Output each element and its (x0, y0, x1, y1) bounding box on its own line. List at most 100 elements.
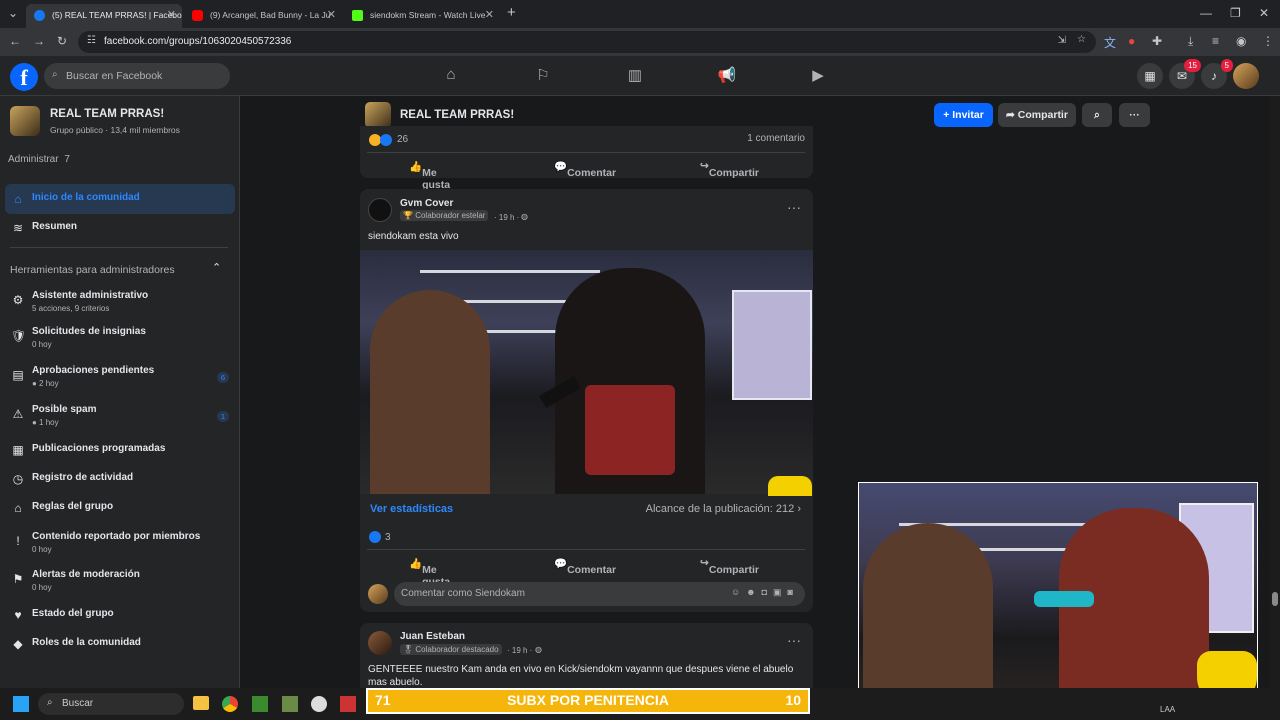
share-post-button[interactable]: ↪ Compartir (700, 160, 759, 179)
sidebar-item-community-home[interactable]: ⌂ Inicio de la comunidad (5, 184, 235, 214)
comment-button[interactable]: 💬 Comentar (554, 557, 616, 576)
comment-tools-icons[interactable]: ☺☻◘▣◙ (731, 587, 799, 598)
video-icon[interactable]: ▶ (808, 66, 828, 86)
scrollbar-thumb[interactable] (1272, 592, 1278, 606)
tab-title: siendokm Stream - Watch Live (370, 10, 486, 20)
sidebar-item-summary[interactable]: ≋ Resumen (5, 213, 235, 243)
tab-list-icon[interactable]: ⌄ (8, 6, 18, 20)
sidebar-item-label: Posible spam (32, 404, 97, 415)
post-time[interactable]: · 19 h · (507, 646, 532, 655)
author-avatar[interactable] (368, 631, 392, 655)
extension-red-icon[interactable]: ● (1128, 34, 1135, 48)
group-more-button[interactable]: ··· (1119, 103, 1150, 127)
extensions-icon[interactable]: ✚ (1152, 34, 1162, 48)
app-icon[interactable] (311, 696, 327, 712)
new-tab-button[interactable]: + (507, 4, 516, 21)
author-name[interactable]: Juan Esteban (400, 631, 465, 642)
close-window-icon[interactable]: ✕ (1259, 6, 1269, 20)
person-left (863, 523, 993, 705)
messenger-icon[interactable]: ✉ 15 (1169, 59, 1201, 89)
file-explorer-icon[interactable] (193, 696, 209, 710)
sidebar-item-badge-requests[interactable]: 🛡 Solicitudes de insignias 0 hoy (5, 321, 235, 353)
sidebar-item-sub: 0 hoy (32, 340, 52, 349)
menu-grid-icon[interactable]: ▦ (1137, 63, 1163, 89)
stream-preview-image[interactable] (360, 250, 813, 494)
notifications-bell-icon[interactable]: ♪ 5 (1201, 59, 1233, 89)
post-options-icon[interactable]: ··· (787, 632, 801, 648)
approvals-icon: ▤ (12, 368, 24, 382)
profile-icon[interactable]: ◉ (1236, 34, 1246, 48)
post-gvm-cover: Gvm Cover 🏆 Colaborador estelar · 19 h ·… (360, 189, 813, 612)
account-avatar[interactable] (1233, 63, 1259, 89)
like-reaction-icon (380, 134, 392, 146)
comment-button[interactable]: 💬 Comentar (554, 160, 616, 179)
close-tab-icon[interactable]: ✕ (327, 8, 336, 21)
windows-start-icon[interactable] (13, 696, 29, 712)
download-icon[interactable]: ⤓ (1188, 34, 1193, 49)
browser-menu-icon[interactable]: ⋮ (1262, 34, 1274, 48)
sidebar-item-admin-assistant[interactable]: ⚙ Asistente administrativo 5 acciones, 9… (5, 285, 235, 317)
reaction-count[interactable]: 26 (397, 134, 408, 145)
sidebar-item-possible-spam[interactable]: ⚠ Posible spam ● 1 hoy 1 (5, 399, 235, 431)
group-mini-thumbnail[interactable] (365, 102, 391, 128)
reading-list-icon[interactable]: ≡ (1212, 34, 1219, 48)
sidebar-item-scheduled-posts[interactable]: ▦ Publicaciones programadas (5, 435, 235, 465)
collapse-chevron-icon[interactable]: ⌃ (212, 261, 221, 274)
minecraft-icon[interactable] (252, 696, 268, 712)
like-button[interactable]: 👍 Me gusta (409, 160, 450, 191)
sidebar-item-reported-content[interactable]: ! Contenido reportado por miembros 0 hoy (5, 526, 235, 558)
pc-tower (732, 290, 812, 400)
chrome-icon[interactable] (222, 696, 238, 712)
tab-kick[interactable]: siendokm Stream - Watch Live ✕ (344, 4, 500, 28)
group-search-button[interactable]: ⌕ (1082, 103, 1112, 127)
sidebar-item-moderation-alerts[interactable]: ⚑ Alertas de moderación 0 hoy (5, 564, 235, 596)
sidebar-item-group-status[interactable]: ♥ Estado del grupo (5, 600, 235, 630)
comment-count[interactable]: 1 comentario (747, 133, 805, 144)
reload-icon[interactable]: ↻ (57, 34, 67, 48)
app-icon[interactable] (340, 696, 356, 712)
sidebar-item-group-rules[interactable]: ⌂ Reglas del grupo (5, 493, 235, 523)
sidebar-item-pending-approvals[interactable]: ▤ Aprobaciones pendientes ● 2 hoy 6 (5, 360, 235, 392)
sidebar-item-activity-log[interactable]: ◷ Registro de actividad (5, 464, 235, 494)
post-options-icon[interactable]: ··· (787, 199, 801, 215)
share-button[interactable]: ➦ Compartir (998, 103, 1076, 127)
award-icon: 🎖 (403, 645, 416, 654)
author-avatar[interactable] (368, 198, 392, 222)
group-title[interactable]: REAL TEAM PRRAS! (400, 109, 514, 121)
author-name[interactable]: Gvm Cover (400, 198, 453, 209)
facebook-logo[interactable]: f (10, 63, 38, 91)
like-button[interactable]: 👍 Me gusta (409, 557, 450, 588)
back-icon[interactable]: ← (9, 34, 21, 48)
invite-button[interactable]: + Invitar (934, 103, 993, 127)
view-stats-link[interactable]: Ver estadísticas (370, 503, 453, 515)
share-post-button[interactable]: ↪ Compartir (700, 557, 759, 576)
share-label: Compartir (1017, 109, 1068, 121)
tab-youtube[interactable]: (9) Arcangel, Bad Bunny - La Ju ✕ (184, 4, 342, 28)
page-scrollbar[interactable] (1270, 96, 1280, 688)
dashboard-icon[interactable]: ▥ (625, 66, 645, 86)
facebook-search-input[interactable]: ⌕ Buscar en Facebook (44, 63, 230, 89)
reaction-count[interactable]: 3 (385, 532, 391, 543)
minimize-icon[interactable]: — (1200, 6, 1212, 20)
game-icon[interactable] (282, 696, 298, 712)
reach-text: Alcance de la publicación: 212 (645, 503, 795, 515)
post-reach[interactable]: Alcance de la publicación: 212 › (646, 503, 801, 515)
restore-icon[interactable]: ❐ (1230, 6, 1241, 20)
close-tab-icon[interactable]: ✕ (167, 8, 176, 21)
url-field[interactable]: ☷ facebook.com/groups/1063020450572336 ⇲… (78, 31, 1096, 53)
ad-center-megaphone-icon[interactable]: 📢 (717, 66, 737, 86)
tab-facebook[interactable]: (5) REAL TEAM PRRAS! | Facebo ✕ (26, 4, 182, 28)
site-info-icon[interactable]: ☷ (87, 35, 96, 46)
install-icon[interactable]: ⇲ (1058, 35, 1066, 46)
translate-icon[interactable]: 文 (1104, 34, 1116, 51)
bookmark-star-icon[interactable]: ☆ (1077, 34, 1086, 45)
comment-input[interactable]: Comentar como Siendokam ☺☻◘▣◙ (394, 582, 805, 606)
forward-icon[interactable]: → (33, 34, 45, 48)
close-tab-icon[interactable]: ✕ (485, 8, 494, 21)
pages-flag-icon[interactable]: ⚐ (533, 66, 553, 86)
sidebar-item-sub: 5 acciones, 9 criterios (32, 304, 110, 313)
post-time[interactable]: · 19 h · (494, 213, 519, 222)
taskbar-search[interactable]: ⌕ Buscar (38, 693, 184, 715)
home-icon[interactable]: ⌂ (441, 66, 461, 86)
sidebar-item-community-roles[interactable]: ◆ Roles de la comunidad (5, 629, 235, 659)
